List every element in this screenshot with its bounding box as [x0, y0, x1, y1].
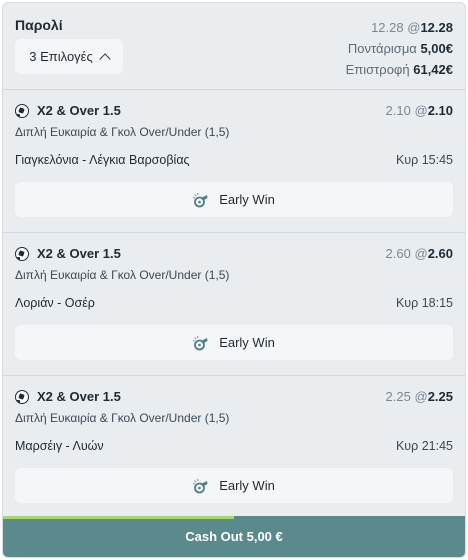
selection-odds-old: 2.10: [385, 103, 411, 118]
early-win-button[interactable]: Early Win: [15, 468, 453, 503]
odds-at-sign: @: [414, 103, 428, 118]
selection-odds-old: 2.25: [385, 389, 411, 404]
early-win-button[interactable]: Early Win: [15, 182, 453, 217]
stake-row: Ποντάρισμα 5,00€: [346, 38, 453, 59]
odds-at-sign: @: [414, 389, 428, 404]
total-odds: 12.28 @12.28: [346, 17, 453, 38]
selection-odds: 2.25 @2.25: [386, 389, 453, 404]
whistle-icon: [193, 192, 208, 207]
selection-odds-old: 2.60: [385, 246, 411, 261]
selection-odds-new: 2.10: [427, 103, 453, 118]
early-win-label: Early Win: [219, 478, 275, 493]
odds-at-sign: @: [407, 20, 421, 35]
total-odds-old: 12.28: [371, 20, 404, 35]
early-win-label: Early Win: [219, 192, 275, 207]
cash-out-label: Cash Out 5,00 €: [185, 529, 283, 544]
selection-odds-new: 2.60: [427, 246, 453, 261]
stake-label: Ποντάρισμα: [347, 41, 417, 56]
whistle-icon: [193, 478, 208, 493]
cash-out-button[interactable]: Cash Out 5,00 €: [3, 516, 465, 557]
selection-match: Γιαγκελόνια - Λέγκια Βαρσοβίας: [15, 153, 190, 167]
return-label: Επιστροφή: [345, 62, 410, 77]
selection-market-row: X2 & Over 1.5: [15, 246, 121, 261]
selection-item: X2 & Over 1.5 2.25 @2.25 Διπλή Ευκαιρία …: [3, 376, 465, 519]
selection-match: Μαρσέιγ - Λυών: [15, 439, 104, 453]
total-odds-new: 12.28: [420, 20, 453, 35]
soccer-ball-icon: [15, 246, 29, 261]
selection-item: X2 & Over 1.5 2.60 @2.60 Διπλή Ευκαιρία …: [3, 233, 465, 376]
selection-market: X2 & Over 1.5: [37, 246, 121, 261]
soccer-ball-icon: [15, 103, 29, 118]
soccer-ball-icon: [15, 389, 29, 404]
cash-out-progress-bar: [3, 516, 234, 519]
selection-time: Κυρ 21:45: [395, 439, 453, 453]
selection-time: Κυρ 15:45: [395, 153, 453, 167]
selection-odds: 2.60 @2.60: [386, 246, 453, 261]
bet-slip-card: Παρολί 3 Επιλογές 12.28 @12.28 Ποντάρισμ…: [2, 2, 466, 558]
selection-description: Διπλή Ευκαιρία & Γκολ Over/Under (1,5): [15, 125, 230, 139]
selections-toggle-button[interactable]: 3 Επιλογές: [15, 39, 123, 74]
selection-item: X2 & Over 1.5 2.10 @2.10 Διπλή Ευκαιρία …: [3, 90, 465, 233]
stake-value: 5,00€: [420, 41, 453, 56]
selection-market: X2 & Over 1.5: [37, 103, 121, 118]
whistle-icon: [193, 335, 208, 350]
selection-odds-new: 2.25: [427, 389, 453, 404]
chevron-up-icon: [99, 52, 111, 65]
selection-time: Κυρ 18:15: [395, 296, 453, 310]
return-row: Επιστροφή 61,42€: [346, 59, 453, 80]
parlay-summary: 12.28 @12.28 Ποντάρισμα 5,00€ Επιστροφή …: [346, 17, 453, 80]
selection-match: Λοριάν - Οσέρ: [15, 296, 95, 310]
early-win-label: Early Win: [219, 335, 275, 350]
selection-market-row: X2 & Over 1.5: [15, 103, 121, 118]
selections-toggle-label: 3 Επιλογές: [29, 49, 93, 64]
selection-market-row: X2 & Over 1.5: [15, 389, 121, 404]
selection-odds: 2.10 @2.10: [386, 103, 453, 118]
early-win-button[interactable]: Early Win: [15, 325, 453, 360]
selection-description: Διπλή Ευκαιρία & Γκολ Over/Under (1,5): [15, 268, 230, 282]
parlay-title: Παρολί: [15, 17, 63, 33]
odds-at-sign: @: [414, 246, 428, 261]
selection-description: Διπλή Ευκαιρία & Γκολ Over/Under (1,5): [15, 411, 230, 425]
selection-market: X2 & Over 1.5: [37, 389, 121, 404]
return-value: 61,42€: [413, 62, 453, 77]
parlay-header: Παρολί 3 Επιλογές 12.28 @12.28 Ποντάρισμ…: [3, 3, 465, 90]
